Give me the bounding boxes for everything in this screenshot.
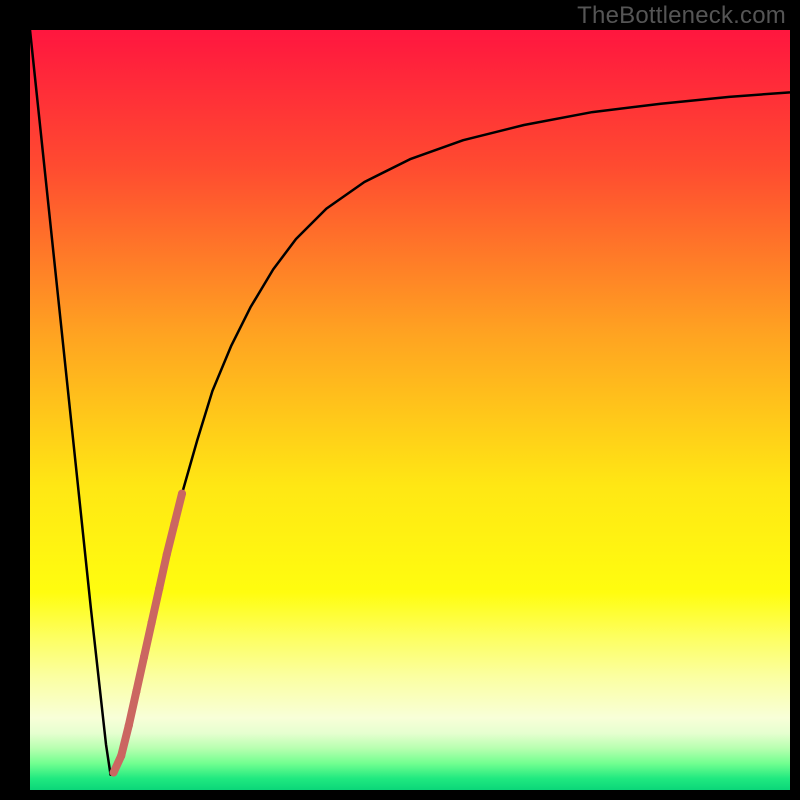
watermark-text: TheBottleneck.com: [577, 2, 786, 30]
bottleneck-chart: [30, 30, 790, 790]
chart-frame: [30, 30, 790, 790]
chart-background: [30, 30, 790, 790]
